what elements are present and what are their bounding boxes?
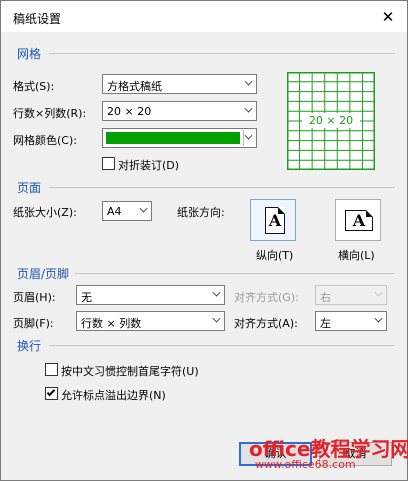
chevron-down-icon (244, 131, 253, 140)
footer-select[interactable]: 行数 × 列数 (76, 311, 225, 331)
footer-align-label: 对齐方式(A): (234, 317, 298, 330)
checkmark-icon (46, 387, 56, 397)
cjk-line-break-label: 按中文习惯控制首尾字符(U) (61, 365, 199, 378)
portrait-label: 纵向(T) (256, 249, 294, 262)
footer-label: 页脚(F): (13, 317, 54, 330)
landscape-page-icon: A (345, 210, 373, 231)
cjk-line-break-checkbox[interactable] (45, 363, 58, 376)
chevron-down-icon (374, 314, 383, 323)
grid-preview-svg: 20 × 20 (286, 71, 376, 171)
close-icon[interactable]: ✕ (377, 6, 399, 28)
footer-value: 行数 × 列数 (81, 317, 142, 330)
line-break-section-title: 换行 (17, 339, 42, 353)
paper-size-value: A4 (107, 205, 122, 218)
header-select[interactable]: 无 (76, 285, 225, 305)
chevron-down-icon (244, 104, 253, 113)
color-swatch (106, 132, 240, 144)
paper-size-select[interactable]: A4 (102, 201, 152, 221)
rows-cols-label: 行数×列数(R): (13, 107, 87, 120)
portrait-page-icon: A (265, 207, 285, 234)
rows-cols-value: 20 × 20 (107, 105, 152, 118)
chevron-down-icon (139, 204, 148, 213)
combo-separator (243, 130, 244, 146)
grid-preview: 20 × 20 (286, 71, 376, 171)
page-section-title: 页面 (17, 181, 42, 195)
line-break-section-divider (49, 345, 395, 346)
chevron-down-icon (212, 288, 221, 297)
rows-cols-select[interactable]: 20 × 20 (102, 101, 257, 121)
format-select[interactable]: 方格式稿纸 (102, 74, 257, 94)
chevron-down-icon (212, 314, 221, 323)
fold-binding-checkbox[interactable] (102, 157, 115, 170)
grid-color-label: 网格颜色(C): (13, 134, 77, 147)
page-section-divider (49, 187, 395, 188)
landscape-label: 横向(L) (338, 249, 375, 262)
watermark-url: www.office68.com (255, 458, 356, 471)
header-footer-section-divider (75, 273, 395, 274)
page-setup-dialog: 稿纸设置 ✕ 网格 格式(S): 方格式稿纸 行数×列数(R): 20 × 20… (0, 0, 408, 481)
format-value: 方格式稿纸 (107, 80, 162, 93)
dialog-title: 稿纸设置 (13, 12, 62, 26)
footer-align-value: 左 (320, 317, 331, 330)
grid-section-divider (49, 53, 395, 54)
header-value: 无 (81, 291, 92, 304)
hanging-punctuation-label: 允许标点溢出边界(N) (61, 389, 166, 402)
grid-section-title: 网格 (17, 47, 42, 61)
header-label: 页眉(H): (13, 291, 56, 304)
header-align-label: 对齐方式(G): (234, 291, 299, 304)
chevron-down-icon (374, 288, 383, 297)
preview-text: 20 × 20 (309, 114, 353, 127)
landscape-button[interactable]: A (335, 199, 381, 241)
footer-align-select[interactable]: 左 (315, 311, 387, 331)
orientation-label: 纸张方向: (177, 206, 225, 219)
hanging-punctuation-checkbox[interactable] (45, 387, 58, 400)
grid-color-select[interactable] (102, 128, 257, 148)
title-bar: 稿纸设置 ✕ (1, 1, 407, 32)
header-align-select: 右 (315, 285, 387, 305)
fold-binding-label: 对折装订(D) (118, 159, 180, 172)
paper-size-label: 纸张大小(Z): (13, 206, 77, 219)
header-align-value: 右 (320, 291, 331, 304)
portrait-button[interactable]: A (250, 199, 296, 241)
chevron-down-icon (244, 77, 253, 86)
header-footer-section-title: 页眉/页脚 (17, 267, 70, 281)
format-label: 格式(S): (13, 80, 55, 93)
